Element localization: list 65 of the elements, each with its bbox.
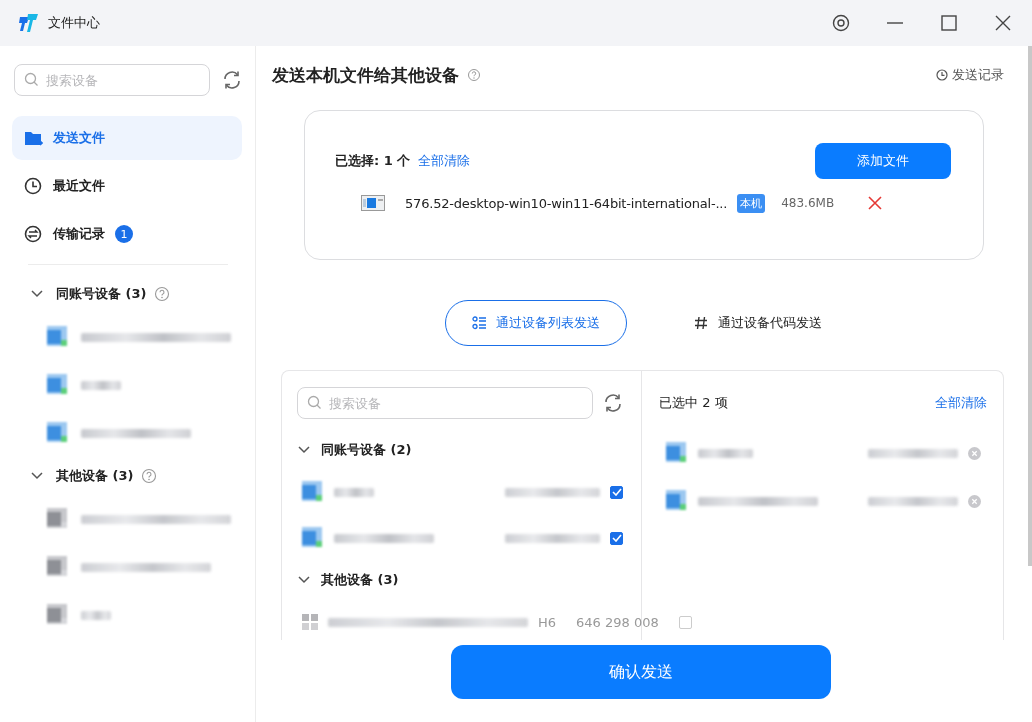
checkbox[interactable]: [610, 531, 623, 545]
settings-icon[interactable]: [832, 14, 850, 32]
group-header[interactable]: 其他设备 (3): [297, 561, 623, 599]
device-name: H6: [538, 614, 557, 630]
check-icon: [611, 534, 622, 542]
hash-icon: [694, 316, 708, 330]
list-icon: [472, 316, 486, 330]
search-icon: [307, 395, 322, 410]
refresh-icon[interactable]: [603, 393, 623, 413]
confirm-send-button[interactable]: 确认发送: [451, 645, 831, 699]
transfer-icon: [24, 225, 43, 243]
device-icon: [47, 422, 69, 444]
redacted-text: [81, 380, 121, 390]
group-header[interactable]: 同账号设备 (3): [12, 275, 242, 313]
selected-count: 已选择: 1 个: [335, 152, 411, 170]
local-tag: 本机: [737, 193, 766, 213]
clear-all-link[interactable]: 全部清除: [418, 152, 471, 170]
checkbox[interactable]: [678, 615, 692, 629]
search-field[interactable]: 搜索设备: [297, 387, 593, 419]
history-icon: [936, 69, 948, 81]
add-file-button[interactable]: 添加文件: [815, 143, 951, 179]
device-icon: [47, 374, 69, 396]
device-icon: [666, 442, 688, 464]
check-icon: [611, 488, 622, 496]
device-icon: [666, 490, 688, 512]
device-code: 646 298 008: [576, 614, 659, 630]
nav-item[interactable]: 传输记录 1: [12, 212, 242, 256]
file-name: 576.52-desktop-win10-win11-64bit-international-...: [405, 195, 728, 211]
search-icon: [24, 72, 39, 87]
maximize-icon[interactable]: [940, 14, 958, 32]
device-icon: [47, 556, 69, 578]
group-header[interactable]: 其他设备 (3): [12, 457, 242, 495]
device-icon: [302, 527, 324, 549]
refresh-icon[interactable]: [222, 70, 242, 90]
page-title: 发送本机文件给其他设备: [272, 63, 459, 87]
file-icon: [361, 195, 385, 211]
help-icon: [154, 286, 171, 302]
nav-item[interactable]: 发送文件: [12, 116, 242, 160]
scrollbar[interactable]: [1028, 46, 1032, 566]
history-link[interactable]: 发送记录: [936, 66, 1004, 84]
redacted-text: [698, 448, 753, 458]
file-size: 483.6MB: [781, 196, 835, 210]
redacted-text: [334, 487, 374, 497]
remove-icon[interactable]: [868, 196, 883, 210]
device-icon: [47, 508, 69, 530]
clear-all-link[interactable]: 全部清除: [935, 394, 987, 412]
device-icon: [47, 604, 69, 626]
redacted-text: [81, 610, 111, 620]
count-badge: 1: [115, 225, 133, 243]
app-logo-icon: [18, 13, 40, 33]
send-mode-tab[interactable]: 通过设备代码发送: [667, 300, 849, 346]
checkbox[interactable]: [610, 485, 623, 499]
device-icon: [47, 326, 69, 348]
close-icon[interactable]: [994, 14, 1012, 32]
folder-send-icon: [24, 129, 43, 147]
help-icon: [141, 468, 158, 484]
nav-item[interactable]: 最近文件: [12, 164, 242, 208]
window-title: 文件中心: [48, 14, 100, 32]
search-field[interactable]: 搜索设备: [14, 64, 210, 96]
clock-icon: [24, 177, 43, 195]
selected-count: 已选中 2 项: [659, 394, 728, 412]
device-icon: [302, 481, 324, 503]
help-icon: [467, 68, 481, 82]
windows-icon: [302, 614, 318, 630]
group-header[interactable]: 同账号设备 (2): [297, 431, 623, 469]
